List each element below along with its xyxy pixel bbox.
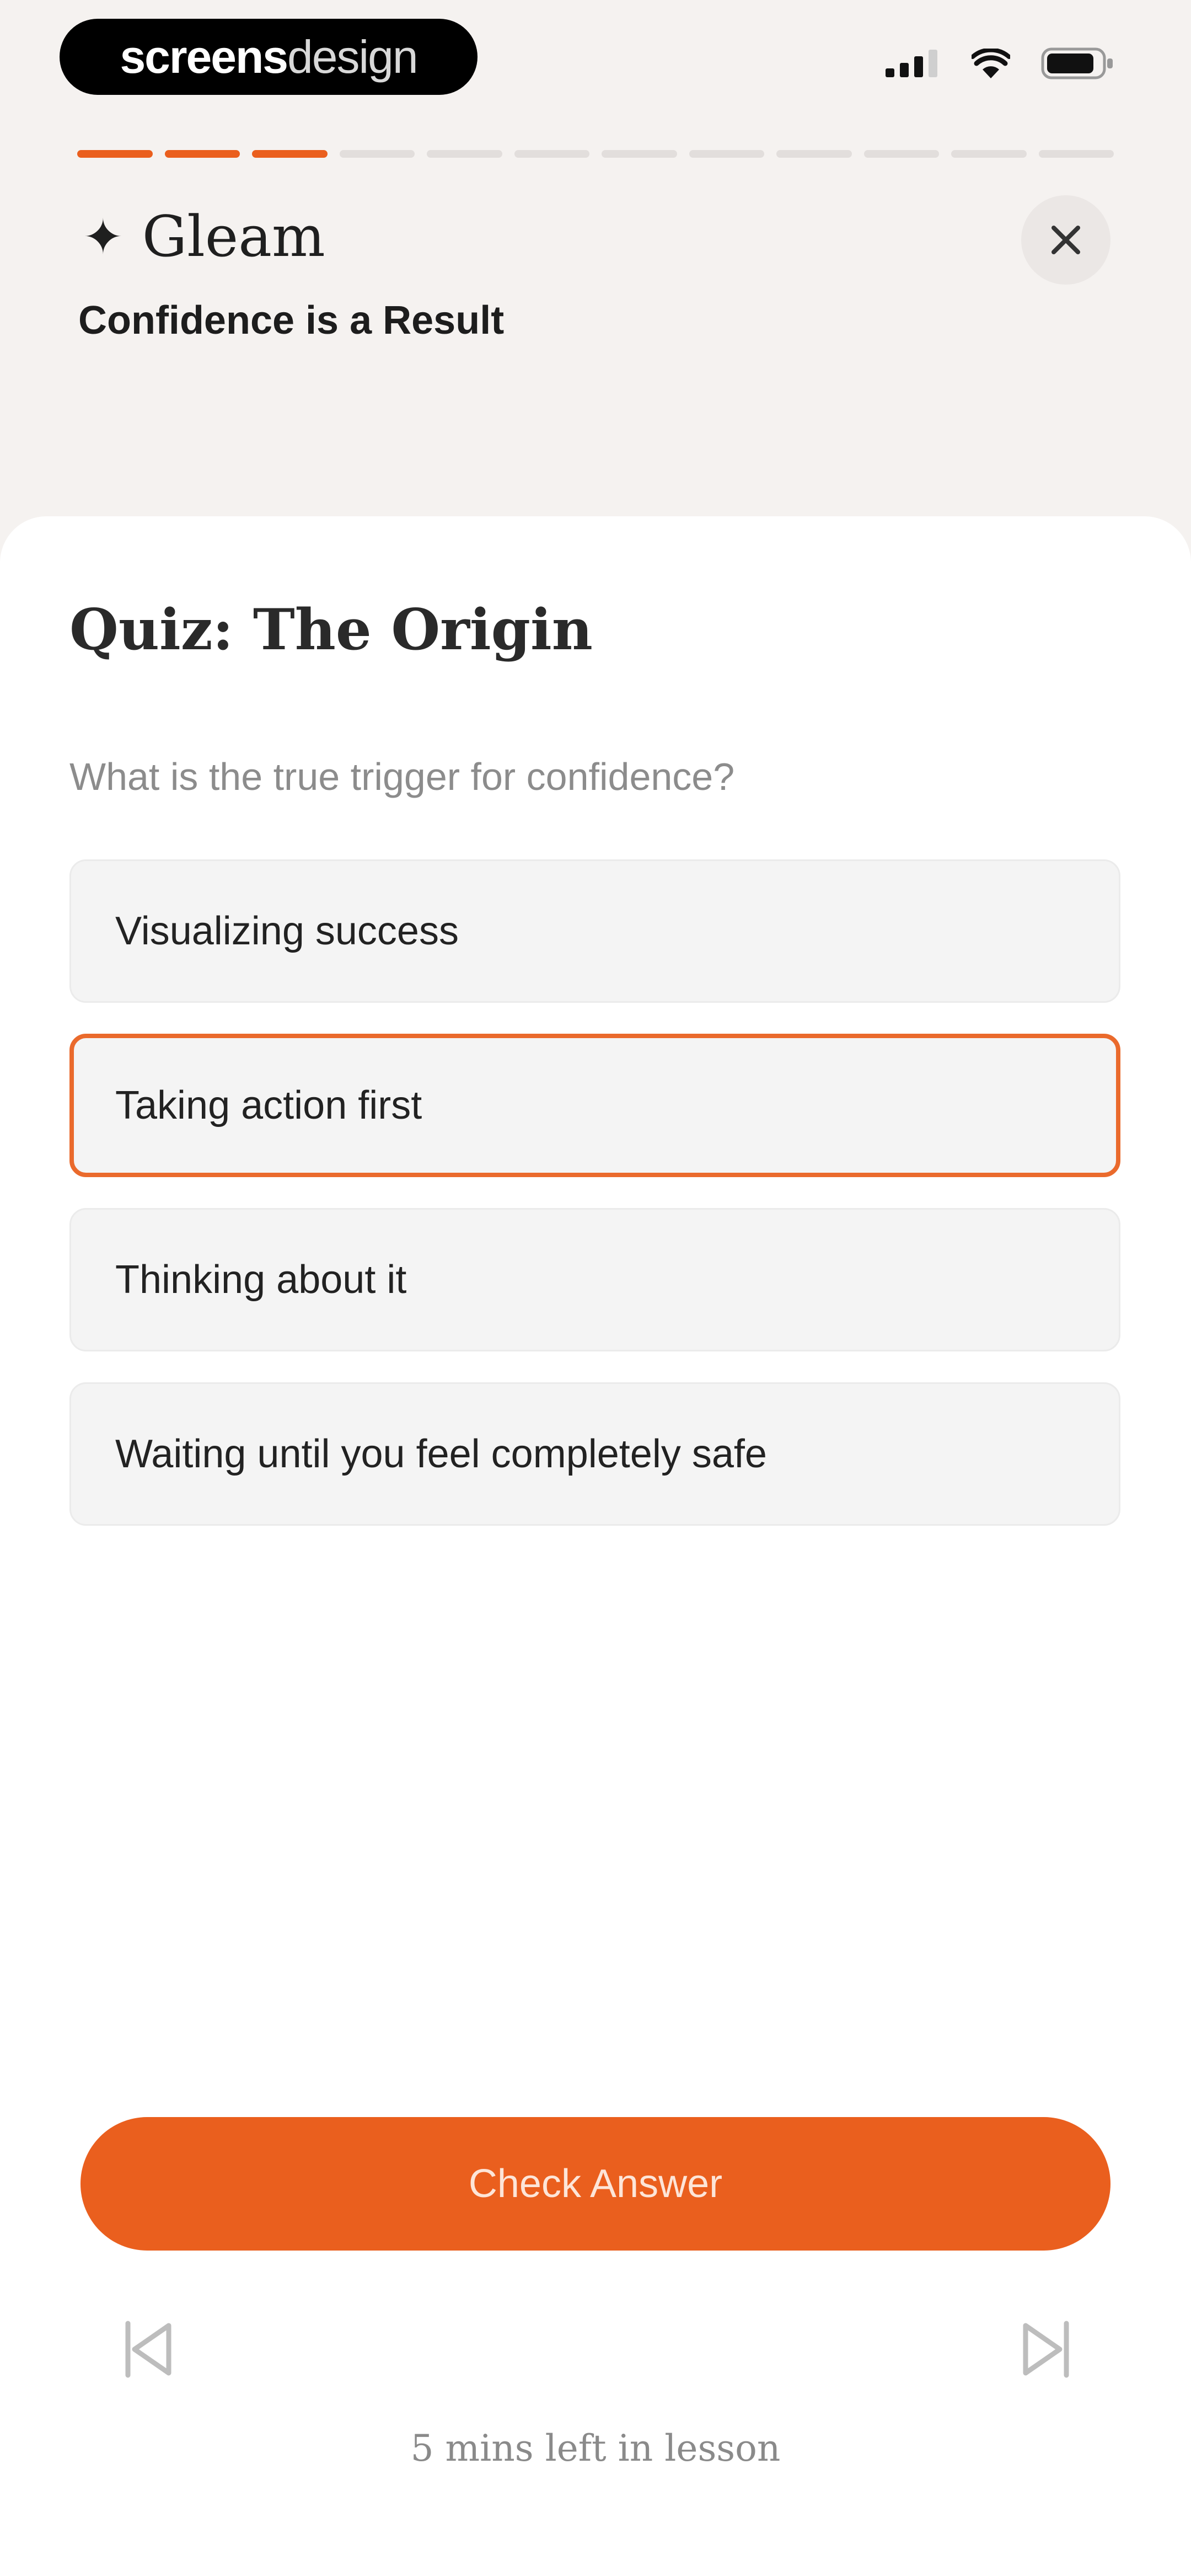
skip-previous-icon <box>125 2321 171 2378</box>
progress-segment <box>602 150 677 158</box>
brand-light-text: design <box>287 30 419 83</box>
quiz-question: What is the true trigger for confidence? <box>69 755 735 798</box>
close-button[interactable] <box>1021 195 1110 285</box>
progress-segment <box>427 150 502 158</box>
answer-option[interactable]: Visualizing success <box>69 859 1120 1003</box>
progress-segment <box>164 150 240 158</box>
status-icons <box>886 47 1114 79</box>
brand-badge: screens design <box>60 19 478 95</box>
sparkle-icon: ✦ <box>83 209 124 265</box>
lesson-title: Confidence is a Result <box>78 298 505 343</box>
previous-button[interactable] <box>122 2319 173 2382</box>
skip-next-icon <box>1023 2321 1069 2378</box>
app-title: ✦ Gleam <box>83 204 325 270</box>
answer-option[interactable]: Waiting until you feel completely safe <box>69 1382 1120 1526</box>
brand-bold-text: screens <box>120 30 288 83</box>
close-icon <box>1051 226 1080 254</box>
answer-option[interactable]: Taking action first <box>69 1034 1120 1177</box>
battery-icon <box>1041 47 1113 79</box>
check-answer-button[interactable]: Check Answer <box>81 2117 1110 2251</box>
progress-segment <box>689 150 764 158</box>
quiz-title: Quiz: The Origin <box>69 597 593 663</box>
progress-segment <box>863 150 939 158</box>
progress-segment <box>77 150 153 158</box>
progress-segment <box>951 150 1027 158</box>
content-sheet <box>0 516 1191 2576</box>
progress-segment <box>1038 150 1114 158</box>
app-name: Gleam <box>142 204 325 270</box>
progress-segment <box>252 150 328 158</box>
next-button[interactable] <box>1021 2319 1072 2382</box>
time-left-label: 5 mins left in lesson <box>410 2427 781 2470</box>
progress-segment <box>514 150 589 158</box>
signal-icon <box>886 50 937 77</box>
answer-option[interactable]: Thinking about it <box>69 1208 1120 1351</box>
wifi-icon <box>972 49 1010 78</box>
progress-segment <box>776 150 852 158</box>
progress-segment <box>339 150 415 158</box>
lesson-progress <box>77 150 1114 158</box>
